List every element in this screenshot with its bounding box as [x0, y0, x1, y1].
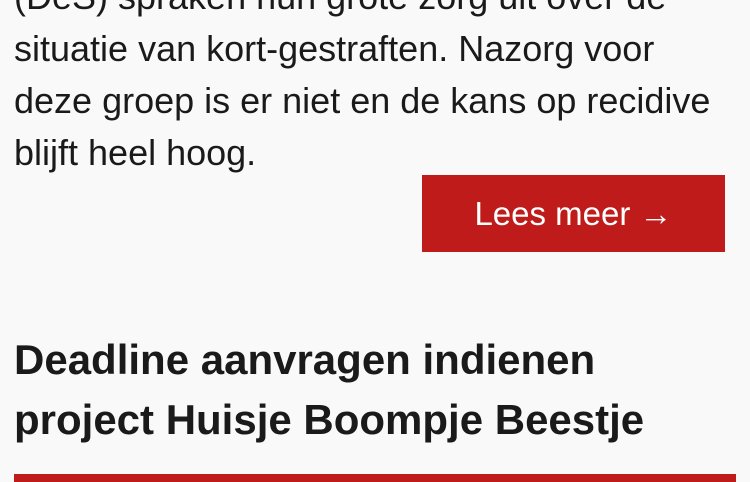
excerpt-line: (DeS) spraken hun grote zorg uit over de: [14, 0, 744, 23]
excerpt-line: blijft heel hoog.: [14, 132, 257, 173]
excerpt-line: deze groep is er niet en de kans op reci…: [14, 80, 711, 121]
post-excerpt: (DeS) spraken hun grote zorg uit over de…: [14, 0, 744, 179]
post-title-line: project Huisje Boompje Beestje: [14, 396, 645, 443]
post-title[interactable]: Deadline aanvragen indienen project Huis…: [14, 330, 744, 450]
post-title-line: Deadline aanvragen indienen: [14, 336, 596, 383]
post-divider-bar: [14, 474, 736, 482]
excerpt-line: situatie van kort-gestraften. Nazorg voo…: [14, 28, 655, 69]
read-more-button[interactable]: Lees meer →: [422, 175, 725, 252]
